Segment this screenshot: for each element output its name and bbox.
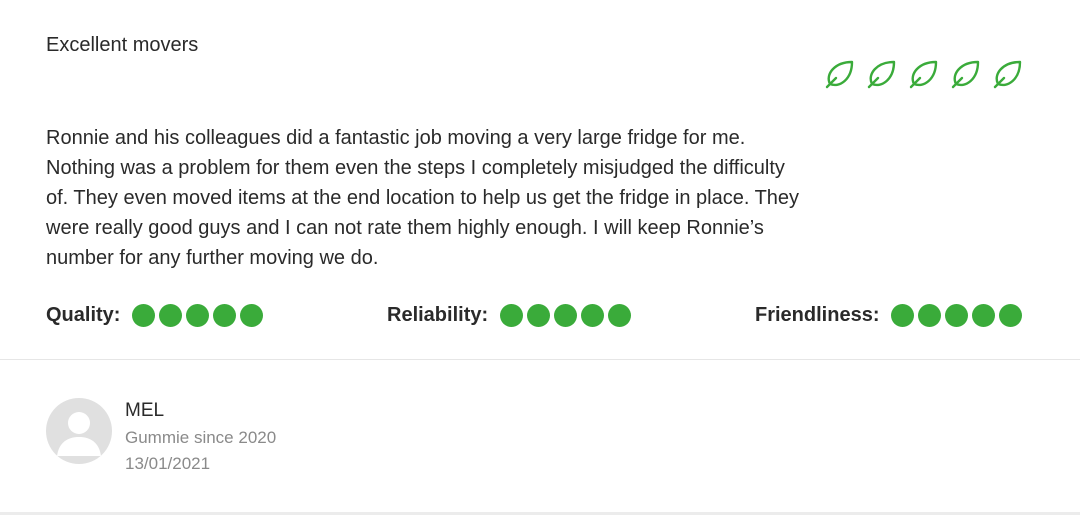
score-dots (891, 303, 1023, 327)
rating-dot (581, 303, 605, 327)
score-dots (500, 303, 632, 327)
leaf-icon (907, 58, 939, 90)
review-title: Excellent movers (46, 34, 199, 56)
leaf-icon (823, 58, 855, 90)
rating-dot (213, 303, 237, 327)
rating-dot (240, 303, 264, 327)
leaf-rating (823, 58, 1023, 90)
rating-dot (500, 303, 524, 327)
rating-dot (945, 303, 969, 327)
divider (0, 359, 1080, 360)
default-avatar-icon (46, 398, 112, 464)
leaf-icon (865, 58, 897, 90)
rating-dot (972, 303, 996, 327)
review-body: Ronnie and his colleagues did a fantasti… (46, 127, 800, 269)
review-date: 13/01/2021 (125, 454, 211, 473)
rating-dot (159, 303, 183, 327)
rating-dot (999, 303, 1023, 327)
rating-dot (554, 303, 578, 327)
leaf-icon (949, 58, 981, 90)
score-dots (132, 303, 264, 327)
score-label: Reliability: (387, 303, 489, 326)
review-card: Excellent movers Ronnie and his colleagu… (0, 0, 1080, 359)
leaf-icon (991, 58, 1023, 90)
rating-dot (527, 303, 551, 327)
rating-dot (891, 303, 915, 327)
score-label: Friendliness: (755, 303, 880, 326)
score-quality: Quality: (46, 298, 264, 332)
rating-dot (132, 303, 156, 327)
rating-dot (186, 303, 210, 327)
rating-dot (918, 303, 942, 327)
reviewer-name: MEL (125, 400, 165, 421)
member-since: Gummie since 2020 (125, 428, 277, 447)
score-reliability: Reliability: (387, 298, 632, 332)
score-row: Quality: Reliability: Friendliness: (0, 298, 1080, 332)
score-friendliness: Friendliness: (755, 298, 1023, 332)
score-label: Quality: (46, 303, 121, 326)
rating-dot (608, 303, 632, 327)
